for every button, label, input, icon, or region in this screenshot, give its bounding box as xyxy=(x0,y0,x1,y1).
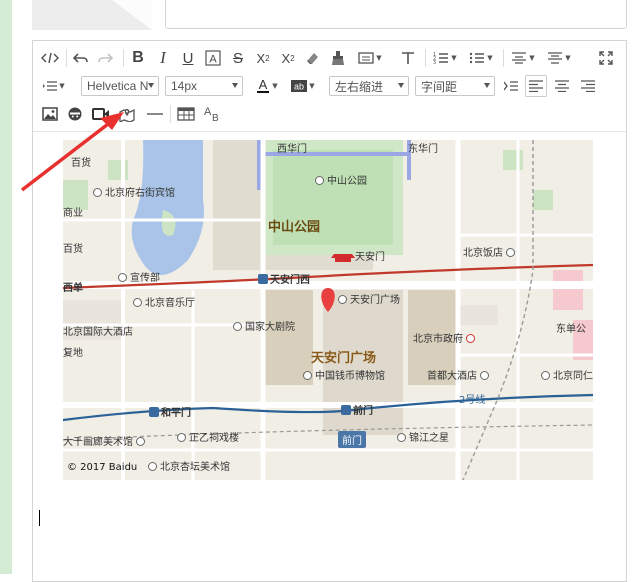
font-size-select[interactable]: 14px xyxy=(165,76,243,96)
map-label: 前门 xyxy=(341,402,373,417)
svg-text:3: 3 xyxy=(433,60,436,65)
map-label: 东华门 xyxy=(408,144,438,155)
undo-icon[interactable] xyxy=(69,47,91,69)
align-right-icon[interactable] xyxy=(577,75,599,97)
map-label: 北京杏坛美术馆 xyxy=(148,458,230,473)
map-label: 北京同仁医 xyxy=(541,367,593,382)
svg-text:A: A xyxy=(209,54,217,66)
clear-format-icon[interactable] xyxy=(302,47,324,69)
underline-icon[interactable]: U xyxy=(177,47,199,69)
letter-spacing-select[interactable]: 字间距 xyxy=(415,76,495,96)
map-image[interactable]: 百货 北京府右街宾馆 商业 百货 宣传部 西单 北京音乐厅 北京国际大酒店 复地… xyxy=(63,140,593,480)
font-color-icon[interactable]: A ▼ xyxy=(251,75,283,97)
background-color-icon[interactable]: ab ▼ xyxy=(287,75,319,97)
divider xyxy=(123,49,124,67)
map-label: 北京市政府 xyxy=(413,330,478,345)
align-left-icon[interactable] xyxy=(525,75,547,97)
letter-spacing-value: 字间距 xyxy=(421,79,458,94)
svg-text:A: A xyxy=(204,106,212,118)
map-label: 百货 xyxy=(71,158,91,169)
svg-text:ab: ab xyxy=(294,82,304,92)
map-label: 西单 xyxy=(63,283,83,294)
map-label: 天安门 xyxy=(355,252,385,263)
video-icon[interactable] xyxy=(90,103,112,125)
map-label: 中山公园 xyxy=(315,172,367,187)
title-input[interactable] xyxy=(165,0,627,29)
map-label: 北京府右街宾馆 xyxy=(93,184,175,199)
title-icon[interactable] xyxy=(397,47,419,69)
map-label: 北京国际大酒店 xyxy=(63,327,133,338)
map-label: 中山公园 xyxy=(268,220,321,235)
map-label: 东单公 xyxy=(556,324,586,335)
map-label: 首都大酒店 xyxy=(427,367,492,382)
qianmen-badge: 前门 xyxy=(338,431,366,448)
map-label: 百货 xyxy=(63,244,83,255)
row-spacing-top-icon[interactable]: ▼ xyxy=(507,47,539,69)
strikethrough-icon[interactable]: S xyxy=(227,47,249,69)
divider xyxy=(170,105,171,123)
indent-select[interactable]: 左右缩进 xyxy=(329,76,409,96)
emoticon-icon[interactable] xyxy=(64,103,86,125)
text-cursor xyxy=(39,510,40,526)
superscript-icon[interactable]: X2 xyxy=(252,47,274,69)
map-label: 复地 xyxy=(63,348,83,359)
font-border-icon[interactable]: A xyxy=(202,47,224,69)
map-label: 宣传部 xyxy=(118,269,160,284)
font-family-select[interactable]: Helvetica N xyxy=(81,76,159,96)
bold-icon[interactable]: B xyxy=(127,47,149,69)
subscript-icon[interactable]: X2 xyxy=(277,47,299,69)
map-icon[interactable] xyxy=(116,103,138,125)
map-label: 大千画廊美术馆 xyxy=(63,433,148,448)
divider xyxy=(66,49,67,67)
map-label: 中国钱币博物馆 xyxy=(303,367,385,382)
thumbnail-placeholder[interactable] xyxy=(32,0,152,30)
italic-icon[interactable]: I xyxy=(152,47,174,69)
map-label: 天安门西 xyxy=(258,271,310,286)
map-label: 西华门 xyxy=(277,144,307,155)
format-painter-icon[interactable] xyxy=(327,47,349,69)
font-family-value: Helvetica N xyxy=(87,79,149,93)
spell-check-icon[interactable]: AB xyxy=(201,103,223,125)
map-label: 天安门广场 xyxy=(311,351,377,366)
map-label: 北京饭店 xyxy=(463,244,518,259)
map-label: 和平门 xyxy=(149,404,191,419)
paragraph-indent-icon[interactable]: ▼ xyxy=(39,75,69,97)
unordered-list-icon[interactable]: ▼ xyxy=(465,47,497,69)
map-label: 2号线 xyxy=(459,395,486,406)
svg-text:A: A xyxy=(259,78,268,92)
ordered-list-icon[interactable]: 1 2 3 ▼ xyxy=(429,47,461,69)
source-code-icon[interactable] xyxy=(39,47,61,69)
map-label: 国家大剧院 xyxy=(233,318,295,333)
map-label: 正乙祠戏楼 xyxy=(177,429,239,444)
horizontal-rule-icon[interactable] xyxy=(144,103,166,125)
row-spacing-bottom-icon[interactable]: ▼ xyxy=(543,47,575,69)
font-size-value: 14px xyxy=(171,79,198,93)
map-label: 锦江之星 xyxy=(397,429,449,444)
table-icon[interactable] xyxy=(174,103,198,125)
indent-icon[interactable] xyxy=(500,75,522,97)
fullscreen-icon[interactable] xyxy=(595,47,617,69)
divider xyxy=(425,49,426,67)
align-center-icon[interactable] xyxy=(551,75,573,97)
left-strip xyxy=(0,0,12,574)
image-icon[interactable] xyxy=(39,103,61,125)
redo-icon[interactable] xyxy=(95,47,117,69)
map-copyright: © 2017 Baidu xyxy=(67,462,138,473)
map-label: 北京音乐厅 xyxy=(133,294,195,309)
indent-value: 左右缩进 xyxy=(335,79,384,94)
map-label: 天安门广场 xyxy=(338,291,400,306)
editor-toolbar: B I U A S X2 X2 ▼ 1 2 3 ▼ ▼ ▼ ▼ ▼ Helvet… xyxy=(33,41,626,132)
divider xyxy=(503,49,504,67)
svg-text:B: B xyxy=(212,113,219,123)
paragraph-format-icon[interactable]: ▼ xyxy=(354,47,386,69)
map-label: 商业 xyxy=(63,208,83,219)
